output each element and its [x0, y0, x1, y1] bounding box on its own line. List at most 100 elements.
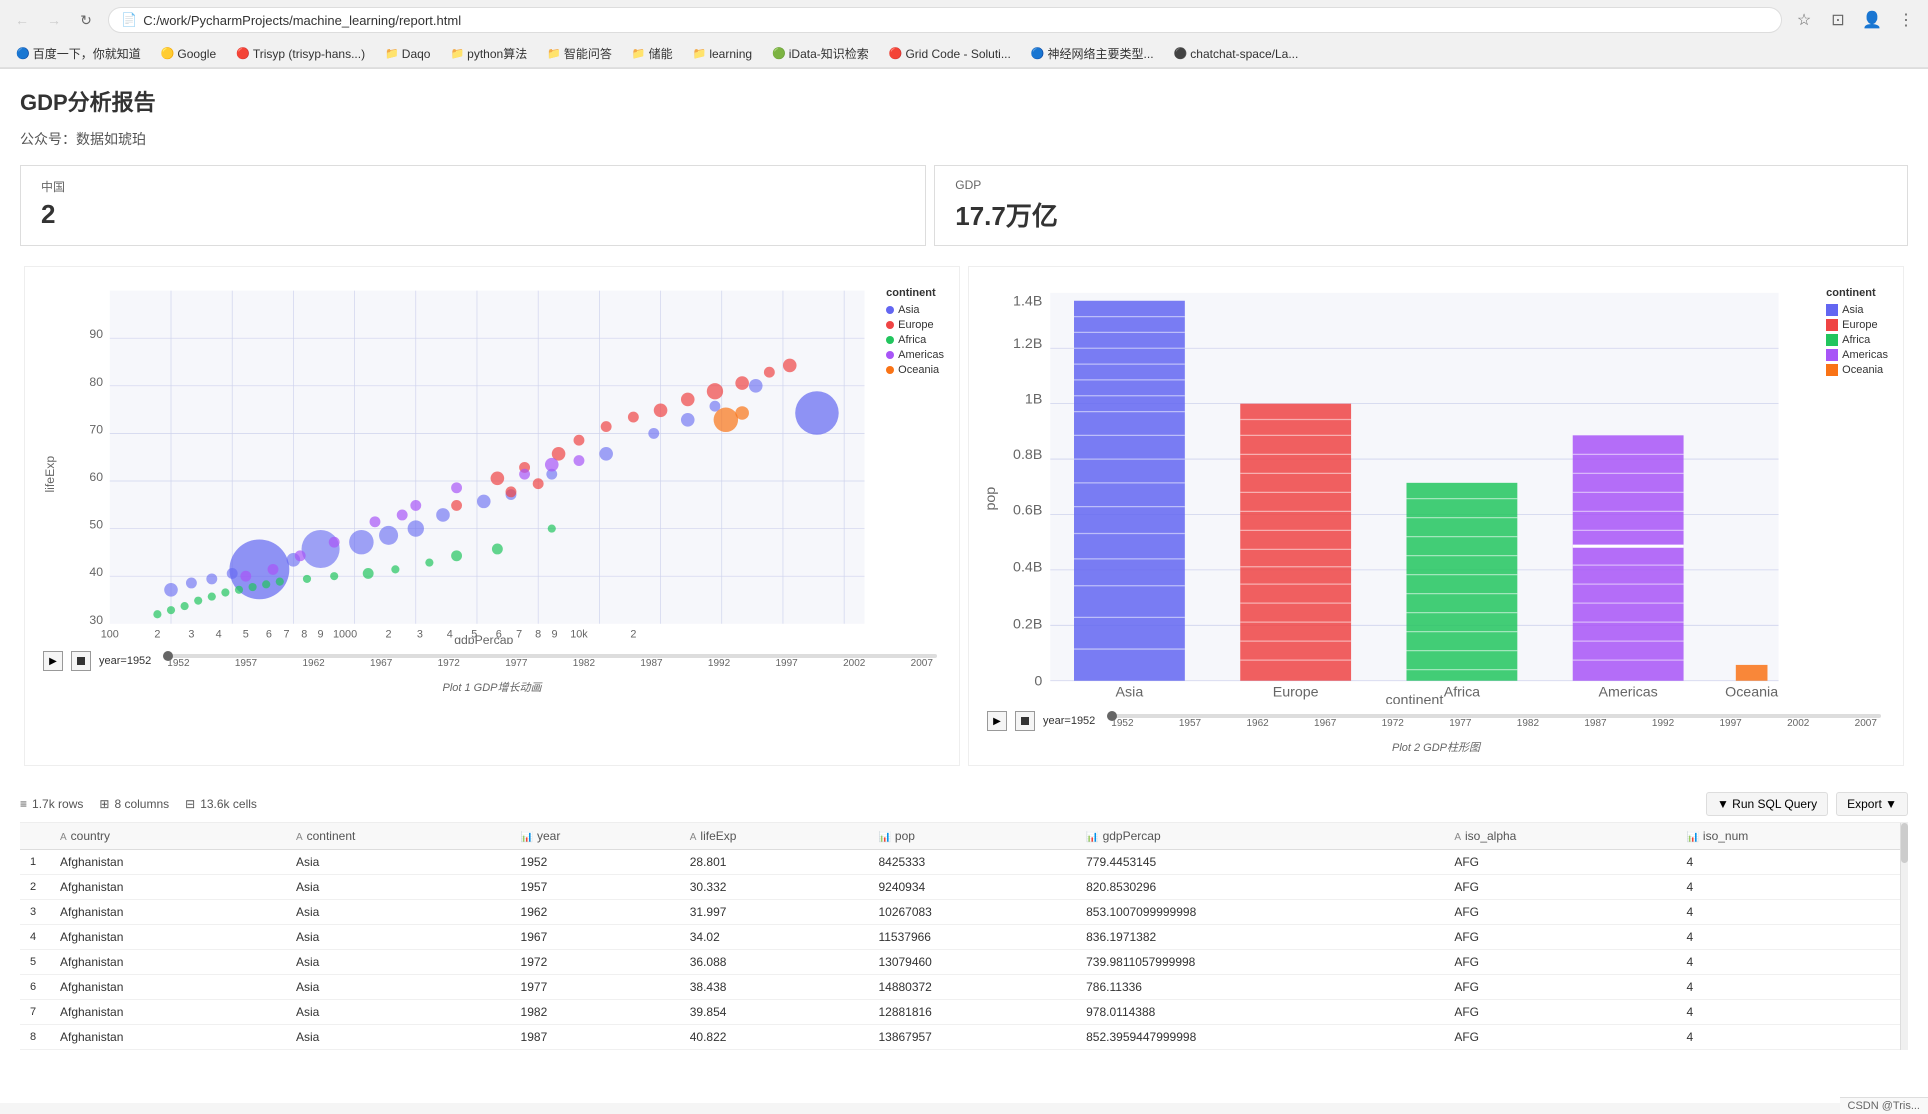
chart2-legend-item-oceania: Oceania — [1826, 364, 1888, 376]
bookmarks-bar: 🔵百度一下，你就知道🟡Google🔴Trisyp (trisyp-hans...… — [0, 40, 1928, 68]
profile-button[interactable]: 👤 — [1858, 6, 1886, 34]
chart2-legend-label-europe: Europe — [1842, 319, 1877, 331]
scrollbar-thumb[interactable] — [1901, 823, 1908, 863]
svg-text:0.2B: 0.2B — [1013, 616, 1042, 632]
col-iso-num[interactable]: 📊iso_num — [1676, 823, 1908, 850]
bookmark-label: Grid Code - Soluti... — [905, 47, 1010, 61]
cell-iso-alpha: AFG — [1444, 850, 1676, 875]
cols-stat: ⊞ 8 columns — [99, 797, 169, 811]
cell-country: Afghanistan — [50, 900, 286, 925]
cell-iso-alpha: AFG — [1444, 875, 1676, 900]
svg-text:3: 3 — [417, 628, 423, 640]
row-number: 6 — [20, 975, 50, 1000]
cell-gdppercap: 820.8530296 — [1076, 875, 1444, 900]
table-row: 8 Afghanistan Asia 1987 40.822 13867957 … — [20, 1025, 1908, 1050]
chart2-stop-button[interactable] — [1015, 711, 1035, 731]
gdp-metric-card: GDP 17.7万亿 — [934, 165, 1908, 246]
chart2-title: Plot 2 GDP柱形图 — [979, 739, 1893, 755]
scrollbar[interactable] — [1900, 823, 1908, 1050]
chart2-play-button[interactable]: ▶ — [987, 711, 1007, 731]
bookmark-icon: 📁 — [547, 47, 561, 60]
svg-text:6: 6 — [496, 628, 502, 640]
more-button[interactable]: ⋮ — [1892, 6, 1920, 34]
cell-year: 1972 — [511, 950, 680, 975]
legend-dot-asia — [886, 306, 894, 314]
legend-dot-africa — [886, 336, 894, 344]
rows-stat: ≡ 1.7k rows — [20, 797, 83, 811]
legend-label-africa: Africa — [898, 334, 926, 346]
legend-label-oceania: Oceania — [898, 364, 939, 376]
reload-button[interactable]: ↻ — [72, 6, 100, 34]
bookmark-item[interactable]: 🟢iData-知识检索 — [764, 43, 877, 64]
bookmark-item[interactable]: 📁python算法 — [442, 43, 535, 64]
bookmark-item[interactable]: 🔵神经网络主要类型... — [1023, 43, 1162, 64]
cell-iso-num: 4 — [1676, 1025, 1908, 1050]
cell-iso-num: 4 — [1676, 975, 1908, 1000]
bookmark-item[interactable]: 📁智能问答 — [539, 43, 620, 64]
address-text: C:/work/PycharmProjects/machine_learning… — [143, 13, 1769, 28]
china-value: 2 — [41, 199, 905, 230]
page-content: GDP分析报告 公众号：数据如琥珀 中国 2 GDP 17.7万亿 — [0, 69, 1928, 1103]
export-button[interactable]: Export ▼ — [1836, 792, 1908, 816]
table-row: 6 Afghanistan Asia 1977 38.438 14880372 … — [20, 975, 1908, 1000]
chart2-legend-item-americas: Americas — [1826, 349, 1888, 361]
bookmark-item[interactable]: 📁Daqo — [377, 45, 438, 63]
cell-pop: 13867957 — [868, 1025, 1076, 1050]
cell-lifeexp: 40.822 — [680, 1025, 869, 1050]
table-row: 2 Afghanistan Asia 1957 30.332 9240934 8… — [20, 875, 1908, 900]
col-gdppercap[interactable]: 📊gdpPercap — [1076, 823, 1444, 850]
cols-label: 8 columns — [114, 797, 169, 811]
col-year[interactable]: 📊year — [511, 823, 680, 850]
chart1-timeline-track[interactable] — [163, 654, 937, 658]
col-pop[interactable]: 📊pop — [868, 823, 1076, 850]
cell-year: 1967 — [511, 925, 680, 950]
cell-continent: Asia — [286, 950, 511, 975]
chart2-legend-title: continent — [1826, 287, 1888, 299]
chart2-legend-rect-asia — [1826, 304, 1838, 316]
cell-year: 1982 — [511, 1000, 680, 1025]
row-number: 4 — [20, 925, 50, 950]
bookmark-item[interactable]: ⚫chatchat-space/La... — [1166, 45, 1307, 63]
address-bar[interactable]: 📄 C:/work/PycharmProjects/machine_learni… — [108, 7, 1782, 33]
bookmark-star-button[interactable]: ☆ — [1790, 6, 1818, 34]
chart2-legend-label-africa: Africa — [1842, 334, 1870, 346]
forward-button[interactable]: → — [40, 6, 68, 34]
legend-label-americas: Americas — [898, 349, 944, 361]
chart2-legend-label-asia: Asia — [1842, 304, 1863, 316]
legend-label-asia: Asia — [898, 304, 919, 316]
col-lifeexp[interactable]: AlifeExp — [680, 823, 869, 850]
run-sql-button[interactable]: ▼ Run SQL Query — [1706, 792, 1828, 816]
chart1-stop-button[interactable] — [71, 651, 91, 671]
bookmark-item[interactable]: 🔴Grid Code - Soluti... — [881, 45, 1019, 63]
cell-iso-num: 4 — [1676, 850, 1908, 875]
cell-lifeexp: 34.02 — [680, 925, 869, 950]
col-continent[interactable]: Acontinent — [286, 823, 511, 850]
bookmark-icon: 📁 — [693, 47, 707, 60]
col-iso-alpha[interactable]: Aiso_alpha — [1444, 823, 1676, 850]
back-button[interactable]: ← — [8, 6, 36, 34]
bookmark-item[interactable]: 📁储能 — [624, 43, 681, 64]
col-country[interactable]: Acountry — [50, 823, 286, 850]
bookmark-label: 智能问答 — [564, 45, 612, 62]
bookmark-item[interactable]: 🔴Trisyp (trisyp-hans...) — [228, 45, 373, 63]
cell-pop: 12881816 — [868, 1000, 1076, 1025]
chart2-legend-rect-oceania — [1826, 364, 1838, 376]
chart2-legend-rect-africa — [1826, 334, 1838, 346]
bookmark-item[interactable]: 🟡Google — [153, 45, 224, 63]
bookmark-icon: 🟡 — [161, 47, 175, 60]
cell-country: Afghanistan — [50, 925, 286, 950]
bookmark-item[interactable]: 📁learning — [685, 45, 760, 63]
rows-icon: ≡ — [20, 797, 27, 811]
extension-button[interactable]: ⊡ — [1824, 6, 1852, 34]
cell-iso-alpha: AFG — [1444, 950, 1676, 975]
bookmark-item[interactable]: 🔵百度一下，你就知道 — [8, 43, 149, 64]
svg-text:60: 60 — [89, 470, 103, 484]
svg-text:7: 7 — [284, 628, 290, 640]
cells-stat: ⊟ 13.6k cells — [185, 797, 257, 811]
bookmark-label: 储能 — [649, 45, 673, 62]
cell-lifeexp: 30.332 — [680, 875, 869, 900]
cell-country: Afghanistan — [50, 975, 286, 1000]
chart1-play-button[interactable]: ▶ — [43, 651, 63, 671]
cell-gdppercap: 739.9811057999998 — [1076, 950, 1444, 975]
chart2-timeline-track[interactable] — [1107, 714, 1881, 718]
